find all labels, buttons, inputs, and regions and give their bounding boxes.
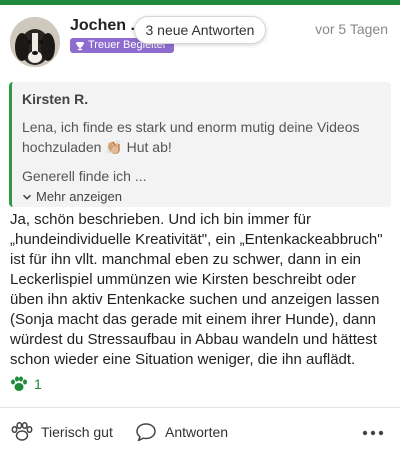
- reaction-summary[interactable]: 1: [10, 376, 42, 392]
- reply-label: Antworten: [165, 424, 229, 440]
- more-options-button[interactable]: [362, 420, 384, 441]
- like-button[interactable]: Tierisch gut: [11, 422, 113, 442]
- dog-avatar-image: [10, 17, 60, 67]
- timestamp: vor 5 Tagen: [315, 21, 388, 37]
- quoted-reply: Kirsten R. Lena, ich finde es stark und …: [9, 82, 391, 207]
- reaction-count: 1: [34, 376, 42, 392]
- action-bar: Tierisch gut Antworten: [0, 408, 400, 451]
- top-accent-bar: [0, 0, 400, 5]
- quote-preview: Generell finde ich ...: [22, 168, 147, 184]
- post-body: Ja, schön beschrieben. Und ich bin immer…: [10, 211, 383, 368]
- author-name[interactable]: Jochen .: [70, 17, 135, 35]
- expand-quote-button[interactable]: Mehr anzeigen: [22, 189, 379, 204]
- like-label: Tierisch gut: [41, 424, 113, 440]
- speech-bubble-icon: [136, 423, 156, 442]
- avatar[interactable]: [10, 17, 60, 67]
- expand-label: Mehr anzeigen: [36, 189, 122, 204]
- quote-author: Kirsten R.: [22, 91, 89, 107]
- reply-button[interactable]: Antworten: [135, 422, 228, 442]
- quote-text: Lena, ich finde es stark und enorm mutig…: [22, 119, 360, 155]
- chevron-down-icon: [22, 194, 32, 200]
- paw-icon: [11, 376, 27, 391]
- new-replies-pill[interactable]: 3 neue Antworten: [134, 16, 266, 44]
- paw-outline-icon: [11, 422, 33, 441]
- more-dots-icon: [362, 430, 384, 436]
- trophy-icon: [76, 41, 84, 50]
